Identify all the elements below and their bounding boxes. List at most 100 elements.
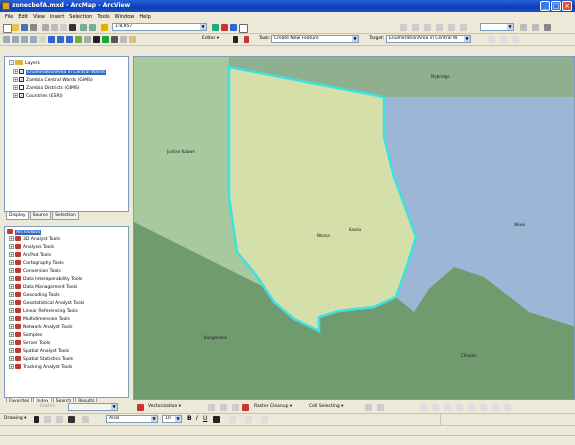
georef-rotate-icon[interactable] bbox=[444, 404, 451, 411]
marker-color-icon[interactable] bbox=[261, 416, 268, 423]
print-layout-icon[interactable] bbox=[544, 24, 551, 31]
generate-features-icon[interactable] bbox=[220, 404, 227, 411]
underline-button[interactable]: U bbox=[203, 415, 207, 422]
whats-this-icon[interactable] bbox=[239, 24, 248, 33]
raster-combo[interactable]: ▼ bbox=[68, 403, 118, 411]
menu-help[interactable]: Help bbox=[139, 12, 150, 22]
sketch-properties-icon[interactable] bbox=[500, 36, 507, 43]
callout-icon[interactable] bbox=[82, 416, 89, 423]
zoom-out-icon[interactable] bbox=[12, 36, 19, 43]
full-extent-icon[interactable] bbox=[48, 36, 55, 43]
measure-icon[interactable] bbox=[120, 36, 127, 43]
font-color-icon[interactable] bbox=[213, 416, 220, 423]
open-icon[interactable] bbox=[12, 24, 19, 31]
forward-extent-icon[interactable] bbox=[66, 36, 73, 43]
raster-painting-icon[interactable] bbox=[242, 404, 249, 411]
raster-cleanup-menu[interactable]: Raster Cleanup ▾ bbox=[254, 404, 292, 409]
topology-edit-icon[interactable] bbox=[412, 24, 419, 31]
font-size-combo[interactable]: 10 ▼ bbox=[162, 415, 182, 423]
cell-selecting-menu[interactable]: Cell Selecting ▾ bbox=[309, 404, 343, 409]
add-data-icon[interactable] bbox=[101, 24, 108, 31]
georef-viewlinks-icon[interactable] bbox=[468, 404, 475, 411]
tab-display[interactable]: Display bbox=[6, 212, 29, 220]
task-combo[interactable]: Create New Feature ▼ bbox=[271, 35, 359, 43]
toolbox-item[interactable]: + Linear Referencing Tools bbox=[9, 308, 78, 316]
toolbox-item[interactable]: + Geostatistical Analyst Tools bbox=[9, 300, 84, 308]
topology-validate-icon[interactable] bbox=[424, 24, 431, 31]
command-line-icon[interactable] bbox=[230, 24, 237, 31]
menu-window[interactable]: Window bbox=[115, 12, 135, 22]
fixed-zoom-out-icon[interactable] bbox=[30, 36, 37, 43]
topology-errors-icon[interactable] bbox=[436, 24, 443, 31]
toolbox-item[interactable]: + Tracking Analyst Tools bbox=[9, 364, 72, 372]
edit-annotation-icon[interactable] bbox=[512, 36, 519, 43]
topology-shared-icon[interactable] bbox=[460, 24, 467, 31]
toolbox-item[interactable]: + Spatial Statistics Tools bbox=[9, 356, 73, 364]
arcscan-icon[interactable] bbox=[137, 404, 144, 411]
toolbox-item[interactable]: +3D Analyst Tools bbox=[9, 236, 60, 244]
drawing-menu[interactable]: Drawing ▾ bbox=[4, 416, 26, 421]
menu-view[interactable]: View bbox=[33, 12, 45, 22]
select-elements-tool-icon[interactable] bbox=[34, 416, 39, 423]
find-icon[interactable] bbox=[111, 36, 118, 43]
arctoolbox-icon[interactable] bbox=[221, 24, 228, 31]
select-elements-icon[interactable] bbox=[93, 36, 100, 43]
clear-selection-icon[interactable] bbox=[84, 36, 91, 43]
identify-icon[interactable] bbox=[102, 36, 109, 43]
pencil-icon[interactable] bbox=[232, 404, 239, 411]
map-scale-combo[interactable]: 1:8,957 ▼ bbox=[112, 23, 207, 31]
tab-selection[interactable]: Selection bbox=[52, 212, 79, 220]
layer-visibility-checkbox[interactable] bbox=[19, 85, 24, 90]
toolbox-item[interactable]: + Multidimension Tools bbox=[9, 316, 70, 324]
sketch-tool-icon[interactable] bbox=[244, 36, 249, 43]
pan-icon[interactable] bbox=[39, 36, 46, 43]
toolbox-item[interactable]: + Samples bbox=[9, 332, 42, 340]
toolbox-item[interactable]: + Network Analyst Tools bbox=[9, 324, 72, 332]
maximize-button[interactable]: □ bbox=[551, 1, 561, 11]
georef-table-icon[interactable] bbox=[532, 24, 539, 31]
toc-layer-countries[interactable]: + ✓ Countries (ESRI) bbox=[13, 93, 63, 101]
raster-erase-icon[interactable] bbox=[377, 404, 384, 411]
editor-toolbar-icon[interactable] bbox=[212, 24, 219, 31]
toolbox-item[interactable]: + Server Tools bbox=[9, 340, 50, 348]
tab-source[interactable]: Source bbox=[29, 212, 52, 220]
layer-combo[interactable]: ▼ bbox=[480, 23, 514, 31]
attributes-icon[interactable] bbox=[488, 36, 495, 43]
georef-reset-icon[interactable] bbox=[492, 404, 499, 411]
close-button[interactable]: × bbox=[562, 1, 572, 11]
cut-icon[interactable] bbox=[42, 24, 49, 31]
georef-update-icon[interactable] bbox=[480, 404, 487, 411]
georef-icon[interactable] bbox=[520, 24, 527, 31]
layer-visibility-checkbox[interactable]: ✓ bbox=[19, 77, 24, 82]
font-combo[interactable]: Arial ▼ bbox=[106, 415, 158, 423]
editor-menu[interactable]: Editor ▾ bbox=[202, 36, 219, 41]
map-display[interactable]: Mybridge Justine Kabwe Nkana Nkwe Kangwe… bbox=[133, 56, 575, 400]
georef-tool-icon[interactable] bbox=[420, 404, 427, 411]
menu-insert[interactable]: Insert bbox=[50, 12, 64, 22]
georef-options-icon[interactable] bbox=[504, 404, 511, 411]
hyperlink-icon[interactable] bbox=[129, 36, 136, 43]
menu-file[interactable]: File bbox=[5, 12, 13, 22]
delete-icon[interactable] bbox=[69, 24, 76, 31]
layer-visibility-checkbox[interactable]: ✓ bbox=[19, 93, 24, 98]
back-extent-icon[interactable] bbox=[57, 36, 64, 43]
raster-select-icon[interactable] bbox=[365, 404, 372, 411]
topology-fix-icon[interactable] bbox=[448, 24, 455, 31]
save-icon[interactable] bbox=[21, 24, 28, 31]
target-combo[interactable]: EnumerationArea in Central W ▼ bbox=[386, 35, 471, 43]
layers-root[interactable]: - Layers bbox=[9, 60, 40, 68]
toolbox-item[interactable]: + Data Interoperability Tools bbox=[9, 276, 82, 284]
italic-button[interactable]: I bbox=[196, 415, 198, 422]
redo-icon[interactable] bbox=[89, 24, 96, 31]
vectorization-settings-icon[interactable] bbox=[208, 404, 215, 411]
menu-selection[interactable]: Selection bbox=[69, 12, 92, 22]
zoom-in-icon[interactable] bbox=[3, 36, 10, 43]
toolbox-item[interactable]: + Conversion Tools bbox=[9, 268, 61, 276]
toolbox-item[interactable]: + ArcPad Tools bbox=[9, 252, 51, 260]
menu-edit[interactable]: Edit bbox=[18, 12, 28, 22]
toc-layer-central-wards[interactable]: + ✓ Zambia Central Wards (GIMS) bbox=[13, 77, 93, 85]
toolbox-item[interactable]: + Spatial Analyst Tools bbox=[9, 348, 69, 356]
toolbox-item[interactable]: + Cartography Tools bbox=[9, 260, 64, 268]
undo-icon[interactable] bbox=[80, 24, 87, 31]
georef-link-icon[interactable] bbox=[432, 404, 439, 411]
